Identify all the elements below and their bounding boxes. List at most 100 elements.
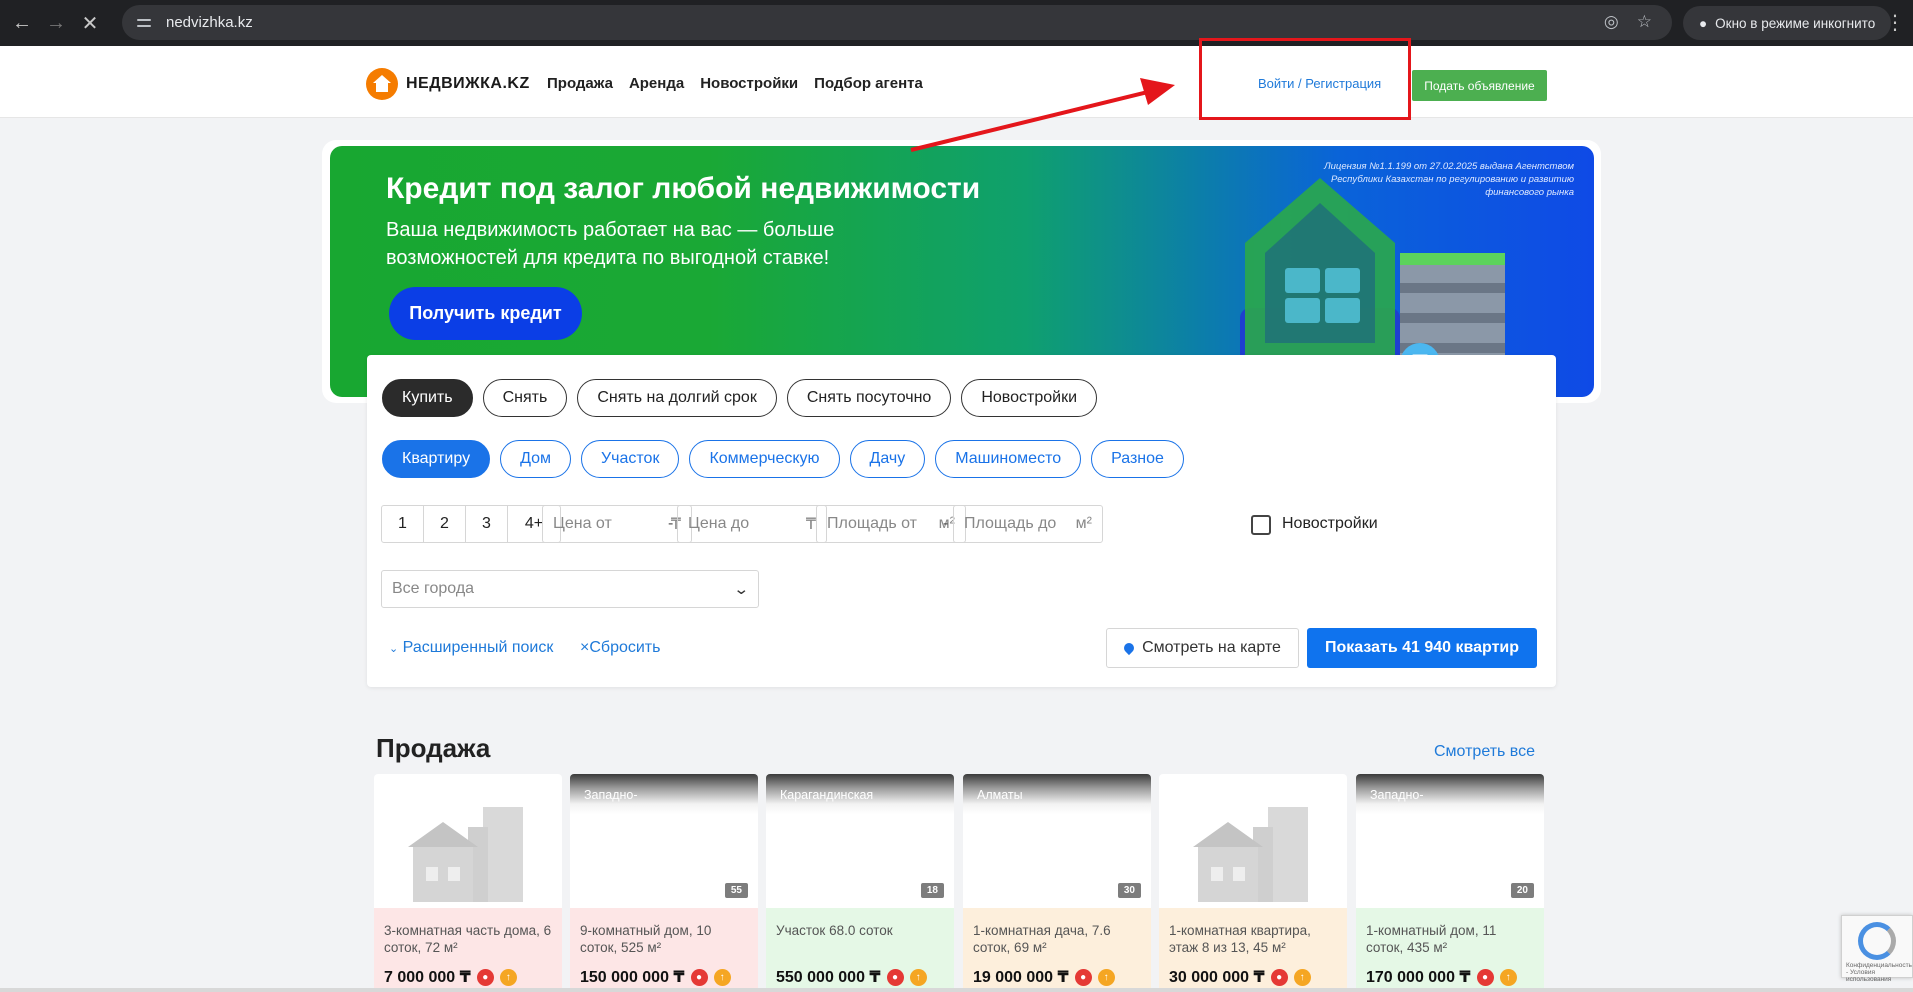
more-menu-icon[interactable]: ⋮: [1885, 10, 1905, 35]
back-icon[interactable]: ←: [5, 6, 39, 40]
advanced-search-label: Расширенный поиск: [402, 639, 554, 656]
post-ad-button[interactable]: Подать объявление: [1412, 70, 1547, 101]
incognito-indicator[interactable]: ● Окно в режиме инкогнито: [1683, 6, 1892, 40]
listing-info: 1-комнатный дом, 11 соток, 435 м² 170 000…: [1356, 908, 1544, 992]
main-nav: Продажа Аренда Новостройки Подбор агента: [547, 75, 923, 92]
listing-photo[interactable]: [1159, 774, 1347, 908]
area-unit: м²: [1075, 515, 1092, 532]
rooms-selector: 1 2 3 4+: [381, 505, 561, 543]
listing-region: Карагандинская: [780, 788, 874, 802]
recaptcha-icon: [1858, 922, 1896, 960]
listing-price: 7 000 000 ₸ ● ↑: [384, 967, 552, 987]
advanced-search-link[interactable]: ⌄ Расширенный поиск: [389, 639, 553, 657]
tab-rent[interactable]: Снять: [482, 379, 568, 417]
view-on-map-button[interactable]: Смотреть на карте: [1106, 628, 1299, 668]
forward-icon[interactable]: →: [39, 6, 73, 40]
show-results-button[interactable]: Показать 41 940 квартир: [1307, 628, 1537, 668]
promoted-badge-icon: ↑: [1499, 968, 1517, 986]
star-icon[interactable]: ☆: [1637, 12, 1652, 32]
nav-new-buildings[interactable]: Новостройки: [700, 75, 798, 92]
incognito-icon: ●: [1699, 15, 1708, 31]
eye-off-icon[interactable]: ◎: [1604, 12, 1619, 32]
page-bottom-edge: [0, 988, 1913, 992]
type-dacha[interactable]: Дачу: [849, 440, 926, 478]
listing-region: Западно-: [1370, 788, 1424, 802]
price-to-input[interactable]: Цена до ₸: [677, 505, 827, 543]
listing-photo[interactable]: [374, 774, 562, 908]
see-all-link[interactable]: Смотреть все: [1434, 743, 1535, 761]
listing-description[interactable]: 1-комнатная дача, 7.6 соток, 69 м²: [973, 922, 1141, 958]
listing-description[interactable]: 1-комнатная квартира, этаж 8 из 13, 45 м…: [1169, 922, 1337, 958]
listing-card[interactable]: Алматы 30 1-комнатная дача, 7.6 соток, 69 …: [963, 774, 1151, 992]
type-parking[interactable]: Машиноместо: [935, 440, 1082, 478]
listing-description[interactable]: Участок 68.0 соток: [776, 922, 944, 958]
recaptcha-text: Конфиденциальность - Условия использован…: [1846, 962, 1912, 983]
house-logo-icon: [366, 68, 398, 100]
tab-rent-long-term[interactable]: Снять на долгий срок: [577, 379, 777, 417]
listing-photo[interactable]: Западно- 20: [1356, 774, 1544, 908]
type-house[interactable]: Дом: [500, 440, 571, 478]
price-value: 30 000 000 ₸: [1169, 969, 1265, 986]
listing-info: 1-комнатная квартира, этаж 8 из 13, 45 м…: [1159, 908, 1347, 992]
area-to-input[interactable]: Площадь до м²: [953, 505, 1103, 543]
listing-region: Западно-: [584, 788, 638, 802]
tab-rent-daily[interactable]: Снять посуточно: [786, 379, 952, 417]
promoted-badge-icon: ↑: [1293, 968, 1311, 986]
type-land[interactable]: Участок: [581, 440, 680, 478]
listing-description[interactable]: 1-комнатный дом, 11 соток, 435 м²: [1366, 922, 1534, 958]
rooms-3[interactable]: 3: [466, 506, 508, 542]
photo-count-badge: 18: [920, 883, 944, 898]
hot-badge-icon: ●: [1270, 968, 1288, 986]
listing-photo[interactable]: Карагандинская 18: [766, 774, 954, 908]
close-icon: ×: [580, 639, 590, 656]
hot-badge-icon: ●: [1074, 968, 1092, 986]
price-range-dash: -: [668, 515, 674, 532]
map-button-label: Смотреть на карте: [1142, 639, 1281, 656]
nav-rent[interactable]: Аренда: [629, 75, 684, 92]
listing-photo[interactable]: Алматы 30: [963, 774, 1151, 908]
price-value: 7 000 000 ₸: [384, 969, 471, 986]
nav-agent-selection[interactable]: Подбор агента: [814, 75, 923, 92]
price-value: 150 000 000 ₸: [580, 969, 685, 986]
type-apartment[interactable]: Квартиру: [382, 440, 491, 478]
hot-badge-icon: ●: [476, 968, 494, 986]
tab-buy[interactable]: Купить: [382, 379, 473, 417]
url-text: nedvizhka.kz: [166, 14, 253, 31]
area-from-placeholder: Площадь от: [827, 515, 917, 532]
site-header: НЕДВИЖКА.KZ Продажа Аренда Новостройки П…: [0, 46, 1913, 118]
stop-loading-icon[interactable]: ✕: [73, 6, 107, 40]
rooms-2[interactable]: 2: [424, 506, 466, 542]
price-value: 19 000 000 ₸: [973, 969, 1069, 986]
listing-card[interactable]: 3-комнатная часть дома, 6 соток, 72 м² 7 …: [374, 774, 562, 992]
type-commercial[interactable]: Коммерческую: [689, 440, 840, 478]
type-other[interactable]: Разное: [1091, 440, 1184, 478]
site-logo[interactable]: НЕДВИЖКА.KZ: [366, 68, 530, 100]
listing-description[interactable]: 9-комнатный дом, 10 соток, 525 м²: [580, 922, 748, 958]
new-buildings-checkbox[interactable]: [1251, 515, 1271, 535]
listing-card[interactable]: Западно- 20 1-комнатный дом, 11 соток, 435…: [1356, 774, 1544, 992]
recaptcha-badge[interactable]: Конфиденциальность - Условия использован…: [1841, 915, 1913, 983]
listing-photo[interactable]: Западно- 55: [570, 774, 758, 908]
listing-card[interactable]: Карагандинская 18 Участок 68.0 соток 550 00…: [766, 774, 954, 992]
reset-link[interactable]: ×Сбросить: [580, 639, 660, 657]
listing-region: Алматы: [977, 788, 1023, 802]
map-pin-icon: [1122, 640, 1137, 656]
get-credit-button[interactable]: Получить кредит: [389, 287, 582, 340]
address-bar[interactable]: nedvizhka.kz ◎ ☆: [122, 5, 1672, 40]
placeholder-house-icon: [1193, 807, 1308, 902]
site-settings-icon[interactable]: [136, 15, 152, 31]
listing-card[interactable]: 1-комнатная квартира, этаж 8 из 13, 45 м…: [1159, 774, 1347, 992]
listing-info: 1-комнатная дача, 7.6 соток, 69 м² 19 000…: [963, 908, 1151, 992]
rooms-1[interactable]: 1: [382, 506, 424, 542]
incognito-label: Окно в режиме инкогнито: [1715, 15, 1876, 31]
deal-type-tabs: Купить Снять Снять на долгий срок Снять …: [382, 379, 1097, 417]
nav-sale[interactable]: Продажа: [547, 75, 613, 92]
new-buildings-label[interactable]: Новостройки: [1282, 515, 1378, 533]
price-from-placeholder: Цена от: [553, 515, 612, 532]
listing-card[interactable]: Западно- 55 9-комнатный дом, 10 соток, 525…: [570, 774, 758, 992]
listing-description[interactable]: 3-комнатная часть дома, 6 соток, 72 м²: [384, 922, 552, 958]
listing-info: 3-комнатная часть дома, 6 соток, 72 м² 7 …: [374, 908, 562, 992]
price-value: 170 000 000 ₸: [1366, 969, 1471, 986]
city-select[interactable]: Все города ⌄: [381, 570, 759, 608]
tab-new-buildings[interactable]: Новостройки: [961, 379, 1097, 417]
